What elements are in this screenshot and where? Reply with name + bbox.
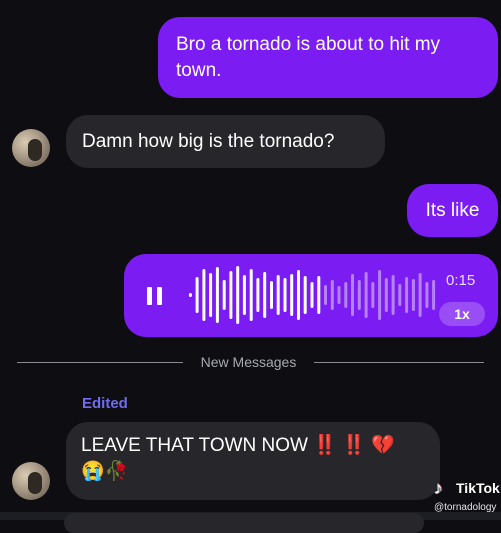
waveform-bar: [364, 272, 368, 318]
contact-avatar[interactable]: [12, 462, 50, 500]
tiktok-logo-icon: ♪: [434, 478, 443, 498]
incoming-message-1[interactable]: Damn how big is the tornado?: [66, 115, 385, 168]
outgoing-message-2[interactable]: Its like: [407, 184, 498, 237]
waveform-bar: [270, 281, 273, 309]
waveform-bar: [310, 282, 314, 308]
waveform-bar: [411, 279, 415, 311]
waveform-bar: [229, 271, 233, 319]
playback-speed-button[interactable]: 1x: [439, 302, 485, 326]
waveform-bar: [290, 274, 294, 316]
waveform-bar: [330, 280, 334, 310]
message-text: Damn how big is the tornado?: [82, 131, 335, 152]
incoming-message-2[interactable]: LEAVE THAT TOWN NOW ‼️ ‼️ 💔 😭🥀: [66, 422, 440, 500]
waveform-bar: [303, 276, 307, 314]
waveform-bar: [378, 270, 382, 320]
message-text: Bro a tornado is about to hit my town.: [176, 34, 441, 81]
waveform-bar: [371, 282, 375, 308]
waveform-bar: [425, 282, 429, 308]
emoji-line-2: 😭🥀: [81, 461, 129, 482]
waveform-bar: [263, 272, 267, 318]
outgoing-message-1[interactable]: Bro a tornado is about to hit my town.: [158, 17, 498, 98]
waveform-bar: [242, 275, 246, 315]
waveform-bar: [418, 273, 422, 317]
waveform-bar: [344, 282, 348, 308]
divider-line-right: [314, 362, 484, 363]
waveform-bar: [195, 277, 199, 313]
waveform-bar: [215, 267, 219, 323]
message-text: LEAVE THAT TOWN NOW: [81, 435, 308, 456]
waveform-bar: [249, 269, 253, 321]
waveform-bar: [222, 280, 226, 310]
waveform-bar: [324, 285, 327, 305]
waveform-bar: [188, 293, 192, 297]
waveform-bar: [202, 269, 206, 321]
waveform-bar: [384, 278, 388, 312]
contact-avatar[interactable]: [12, 129, 50, 167]
waveform-bar: [297, 270, 300, 320]
waveform-bar: [391, 275, 395, 315]
message-text: Its like: [425, 200, 480, 221]
waveform-bar: [209, 273, 213, 317]
new-messages-divider: New Messages: [17, 352, 484, 372]
waveform-bar: [432, 280, 436, 310]
message-input[interactable]: [64, 513, 424, 533]
waveform-bar: [317, 276, 321, 314]
waveform-bar: [283, 278, 287, 312]
waveform-bar: [337, 286, 341, 304]
waveform-bar: [357, 280, 361, 310]
waveform-bar: [351, 274, 354, 316]
voice-message[interactable]: 0:15 1x: [124, 254, 498, 337]
emoji-line-1: ‼️ ‼️ 💔: [313, 435, 395, 456]
waveform-bar: [398, 284, 402, 306]
pause-icon[interactable]: [147, 287, 163, 305]
waveform-bar: [256, 278, 260, 312]
message-line-1: LEAVE THAT TOWN NOW ‼️ ‼️ 💔: [81, 433, 425, 459]
waveform-bar: [405, 277, 409, 313]
watermark-brand: TikTok: [456, 480, 500, 496]
waveform-bar: [276, 275, 280, 315]
waveform[interactable]: [187, 264, 437, 326]
voice-duration: 0:15: [446, 272, 476, 289]
divider-label: New Messages: [200, 354, 297, 370]
divider-line-left: [17, 362, 183, 363]
edited-label: Edited: [82, 395, 128, 412]
waveform-bar: [236, 266, 240, 324]
